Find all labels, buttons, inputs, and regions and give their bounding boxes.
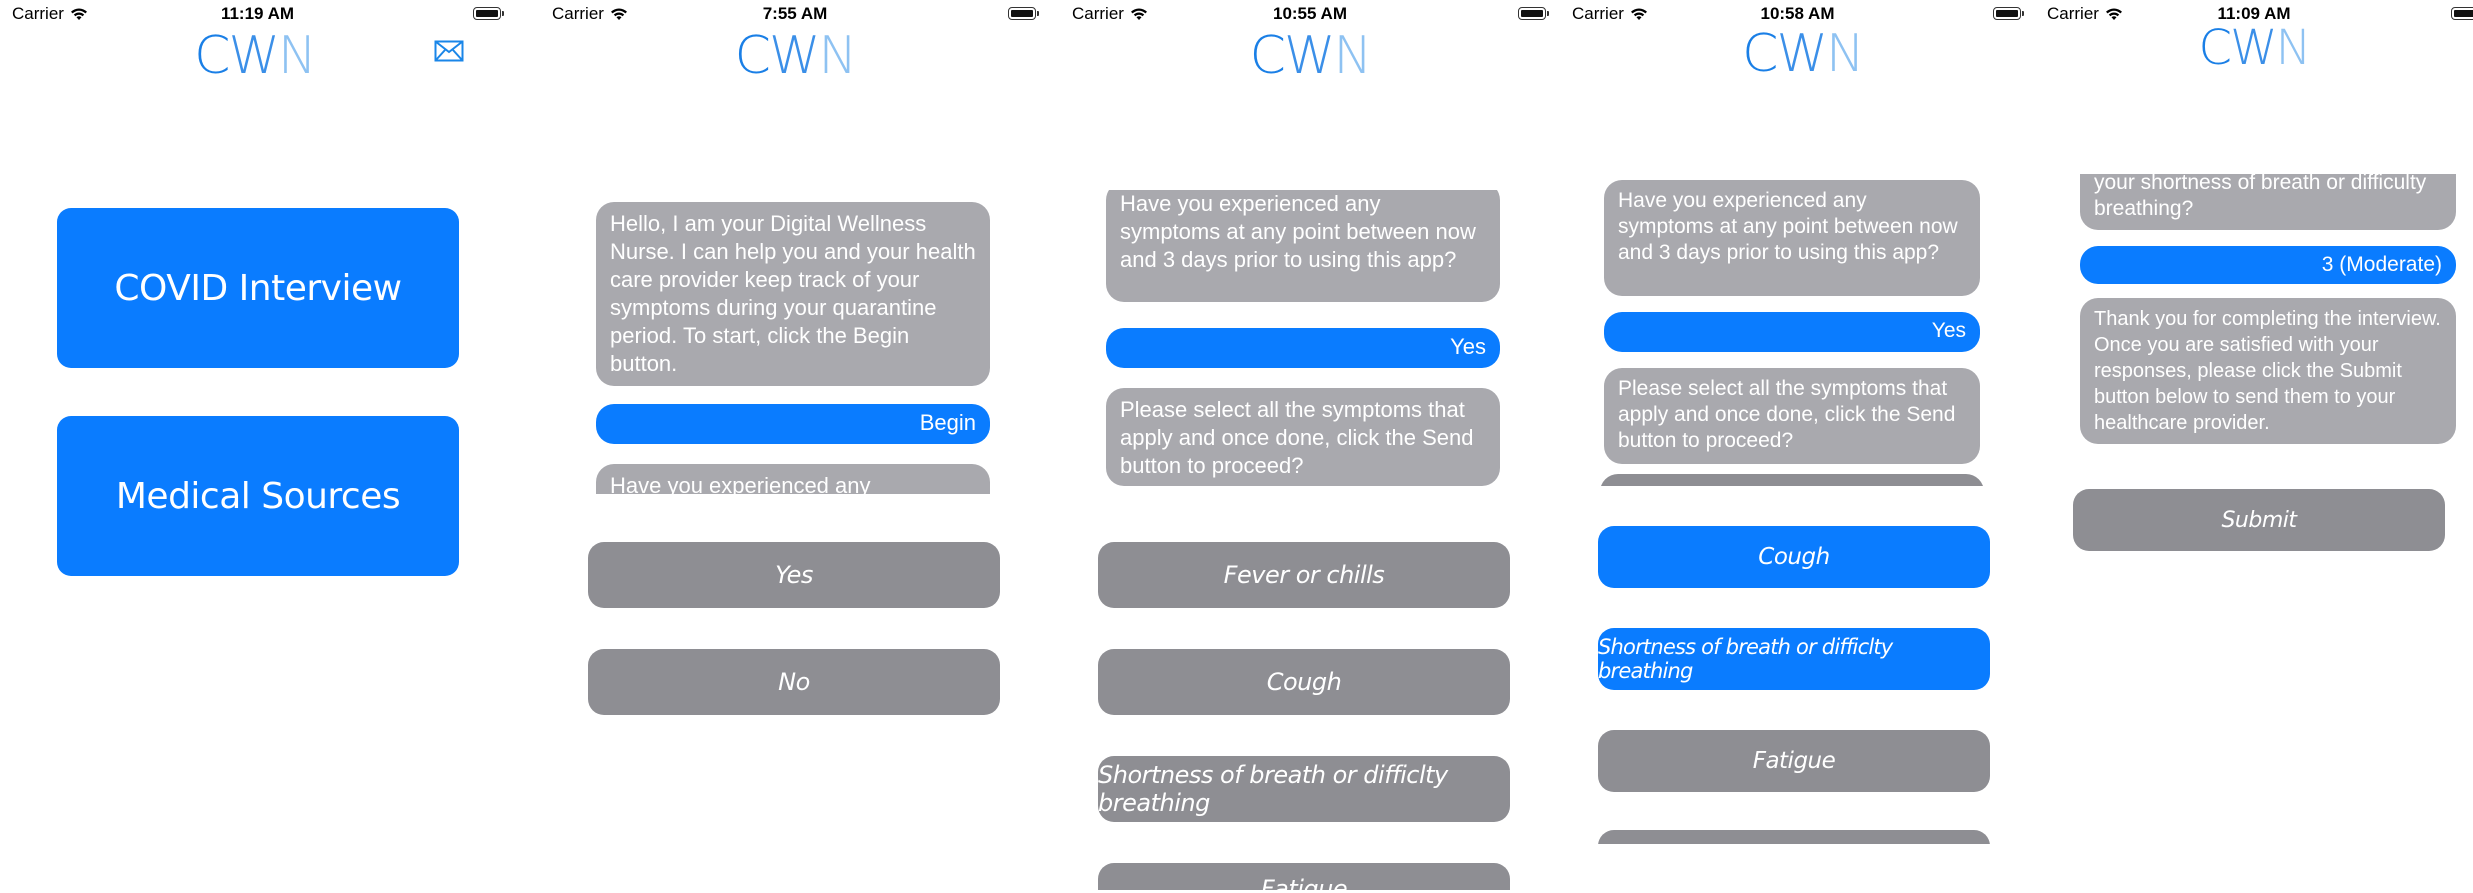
chat-reply-yes: Yes xyxy=(1106,328,1500,368)
chat-reply-begin: Begin xyxy=(596,404,990,444)
chat-bubble-question-partial: your shortness of breath or difficulty b… xyxy=(2080,174,2456,230)
chat-bubble-thanks: Thank you for completing the interview. … xyxy=(2080,298,2456,444)
option-shortness-of-breath-button[interactable]: Shortness of breath or difficlty breathi… xyxy=(1598,628,1990,690)
clock: 10:58 AM xyxy=(1760,4,1835,23)
screen-symptoms: Carrier 10:55 AM CWN Have you experience… xyxy=(1060,0,1560,893)
option-next-partial[interactable] xyxy=(1598,830,1990,844)
option-fatigue-button[interactable]: Fatigue xyxy=(1098,863,1510,890)
logo-c: C xyxy=(1742,24,1778,84)
chat-bubble-instruction: Please select all the symptoms that appl… xyxy=(1106,388,1500,486)
app-logo: CWN xyxy=(1570,24,2035,84)
chat-bubble-question: Have you experienced any symptoms at any… xyxy=(1106,190,1500,302)
logo-c: C xyxy=(2198,20,2232,76)
chat-bubble-instruction: Please select all the symptoms that appl… xyxy=(1604,368,1980,464)
option-cough-button[interactable]: Cough xyxy=(1598,526,1990,588)
logo-n: N xyxy=(1333,26,1372,86)
logo-n: N xyxy=(277,26,317,86)
chat-transcript[interactable]: Hello, I am your Digital Wellness Nurse.… xyxy=(540,190,1050,494)
battery-icon xyxy=(473,7,504,20)
logo-w: W xyxy=(768,26,820,86)
app-logo: CWN xyxy=(540,26,1050,86)
battery-icon xyxy=(1518,7,1549,20)
option-cough-button[interactable]: Cough xyxy=(1098,649,1510,715)
screen-intro: Carrier 7:55 AM CWN Hello, I am your Dig… xyxy=(540,0,1050,893)
chat-transcript[interactable]: Have you experienced any symptoms at any… xyxy=(1060,190,1560,494)
option-shortness-of-breath-button[interactable]: Shortness of breath or difficlty breathi… xyxy=(1098,756,1510,822)
symptom-options: Fever or chills Cough Shortness of breat… xyxy=(1060,530,1560,890)
envelope-icon[interactable] xyxy=(434,40,464,62)
clock: 11:19 AM xyxy=(220,4,295,23)
option-yes-button[interactable]: Yes xyxy=(588,542,1000,608)
logo-w: W xyxy=(1283,26,1335,86)
option-no-button[interactable]: No xyxy=(588,649,1000,715)
battery-icon xyxy=(1008,7,1039,20)
app-logo: CWN xyxy=(2035,20,2473,76)
chat-reply-yes: Yes xyxy=(1604,312,1980,352)
logo-n: N xyxy=(818,26,857,86)
logo-w: W xyxy=(2230,20,2277,76)
chat-transcript[interactable]: your shortness of breath or difficulty b… xyxy=(2035,174,2473,448)
app-logo: CWN xyxy=(1060,26,1560,86)
list-item-partial xyxy=(1600,474,1984,486)
logo-c: C xyxy=(734,26,771,86)
logo-w: W xyxy=(1776,24,1827,84)
screen-submit: Carrier 11:09 AM CWN your shortness of b… xyxy=(2035,0,2473,893)
logo-n: N xyxy=(1825,24,1865,84)
screen-symptoms-selected: Carrier 10:58 AM CWN Have you experience… xyxy=(1560,0,2035,893)
chat-bubble-question-partial: Have you experienced any xyxy=(596,464,990,494)
clock: 10:55 AM xyxy=(1272,4,1347,23)
screen-home: Carrier 11:19 AM CWN COVID Interview Med… xyxy=(0,0,515,893)
logo-n: N xyxy=(2275,20,2312,76)
battery-icon xyxy=(1993,7,2024,20)
medical-sources-button[interactable]: Medical Sources xyxy=(57,416,459,576)
chat-bubble-question: Have you experienced any symptoms at any… xyxy=(1604,180,1980,296)
option-fatigue-button[interactable]: Fatigue xyxy=(1598,730,1990,792)
logo-c: C xyxy=(1249,26,1286,86)
submit-button[interactable]: Submit xyxy=(2073,489,2445,551)
covid-interview-button[interactable]: COVID Interview xyxy=(57,208,459,368)
option-fever-button[interactable]: Fever or chills xyxy=(1098,542,1510,608)
symptom-options: Cough Shortness of breath or difficlty b… xyxy=(1560,520,2035,844)
chat-bubble-greeting: Hello, I am your Digital Wellness Nurse.… xyxy=(596,202,990,386)
chat-transcript[interactable]: Have you experienced any symptoms at any… xyxy=(1560,178,2035,486)
battery-icon xyxy=(2451,7,2473,20)
clock: 7:55 AM xyxy=(762,4,828,23)
chat-reply-severity: 3 (Moderate) xyxy=(2080,246,2456,284)
logo-c: C xyxy=(194,26,230,86)
logo-w: W xyxy=(228,26,279,86)
